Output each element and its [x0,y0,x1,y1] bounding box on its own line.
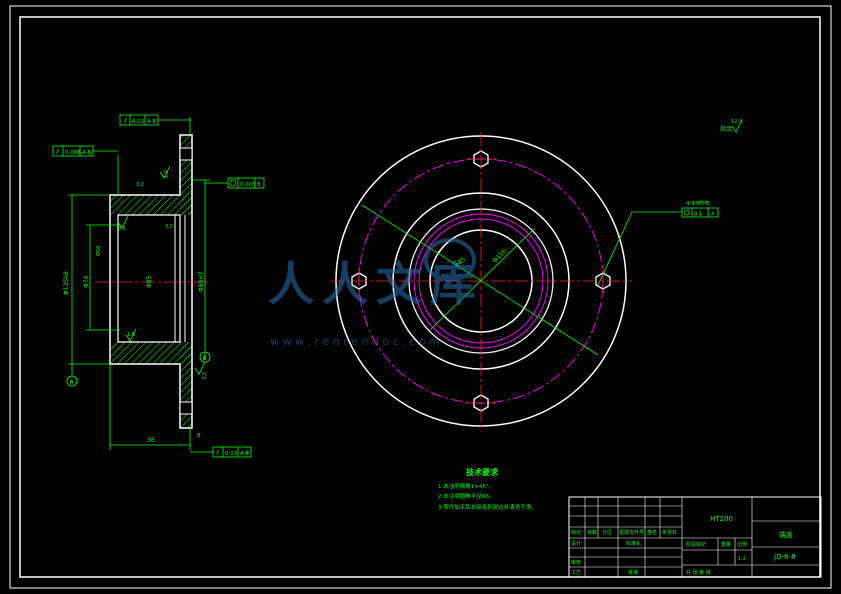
rest-label: 其余 [720,125,732,133]
tol-bottom-ref: A-B [240,451,249,457]
tb-label-date: 年月日 [662,529,677,536]
tb-sheet: 共 张 第 张 [686,569,711,576]
dim-small: 0.5 [118,226,126,232]
roughness-e: 3.2 [202,372,208,380]
dim-outer: Φ135h8 [63,271,70,295]
tb-label-count: 处数 [587,529,597,536]
dim-flange: 8 [197,433,201,439]
tol-left-ref: A-B [82,150,91,156]
roughness-b: 1.6 [164,170,170,178]
svg-text:⫽: ⫽ [215,449,220,457]
tb-drawing-no: JD-6-8 [773,553,795,561]
tb-scale-value: 1:2 [738,556,746,562]
tb-stage: 阶段标记 [686,541,706,548]
hatch-hub-bottom [110,342,192,364]
svg-text:⫽: ⫽ [55,148,60,156]
hatch-flange-bottom [180,342,192,428]
tb-label-zone: 分区 [602,529,612,536]
tb-material: HT200 [710,515,733,523]
tech-requirements: 技术要求 1.未注明倒角1×45°。 2.未注明圆角半径R3。 3.零件加工后去… [438,467,537,511]
title-block: 标记 处数 分区 更改文件号 签名 年月日 设计 标准化 审核 工艺 批准 阶段… [568,496,822,578]
tol-front-value: 0.1 [694,212,702,218]
tol-frame-top: ⫽ 0.02 A-B [119,114,190,126]
tb-process: 工艺 [571,570,581,576]
tol-bottom-value: 0.03 [225,451,238,457]
cad-drawing-canvas: ⫽ 0.02 A-B ⫽ 0.008 A-B 0.008 B ⫽ 0.03 A-… [9,5,832,589]
dim-width: 36 [147,437,155,444]
tol-right-value: 0.008 [240,182,256,188]
tol-front-ref: A [711,212,715,218]
tech-req-line-2: 2.未注明圆角半径R3。 [438,492,495,500]
section-view: ⫽ 0.02 A-B ⫽ 0.008 A-B 0.008 B ⫽ 0.03 A-… [52,114,265,458]
datum-b: B [203,355,207,362]
watermark-logo: 人人文库 [268,257,484,311]
tb-weight: 重量 [721,541,731,548]
tb-scale: 比例 [737,541,747,548]
watermark-url: w w w . r e n r e n d o c . c o m [270,335,440,348]
tech-req-line-3: 3.零件加工后去除毛刺锐边并清洗干净。 [438,503,537,511]
roughness-c: 3.2 [165,224,173,230]
dim-mid: Φ74 [83,275,90,288]
datum-a: A [70,379,75,386]
tb-approve: 批准 [628,569,638,576]
tol-frame-left: ⫽ 0.008 A-B [52,145,118,157]
tb-designer: 设计 [571,540,581,547]
roughness-rest: 12.5 [731,119,742,125]
roughness-a: 3.2 [136,182,144,188]
watermark: 人人文库 w w w . r e n r e n d o c . c o m [268,238,484,348]
tb-check: 审核 [571,559,581,566]
flange-hole-top [179,147,193,161]
dim-left: Φ56 [96,246,102,256]
dim-bore: Φ85 [146,275,153,288]
tech-req-line-1: 1.未注明倒角1×45°。 [438,482,494,490]
tol-frame-front: 0.1 A [681,207,719,218]
tb-standard: 标准化 [626,540,641,547]
tb-label-mark: 标记 [571,529,581,536]
tol-right-ref: B [257,182,261,188]
flange-hole-bottom [179,401,193,415]
tb-label-sign: 签名 [647,529,657,536]
hatch-hub-top [110,195,192,215]
tol-top-ref: A-B [147,119,156,125]
tb-part-name: 端盖 [779,530,793,539]
tech-req-title: 技术要求 [466,467,499,477]
roughness-d: 1.6 [127,332,135,338]
tb-label-change: 更改文件号 [619,529,644,536]
dim-right: Φ88H7 [198,271,205,292]
tol-top-value: 0.02 [132,119,144,125]
tol-frame-right: 0.008 B [205,177,265,189]
tol-frame-bottom: ⫽ 0.03 A-B [190,446,252,458]
hole-note: 4-Φ9均布 [686,199,711,207]
svg-text:⫽: ⫽ [123,117,128,125]
tol-left-value: 0.008 [65,150,81,156]
